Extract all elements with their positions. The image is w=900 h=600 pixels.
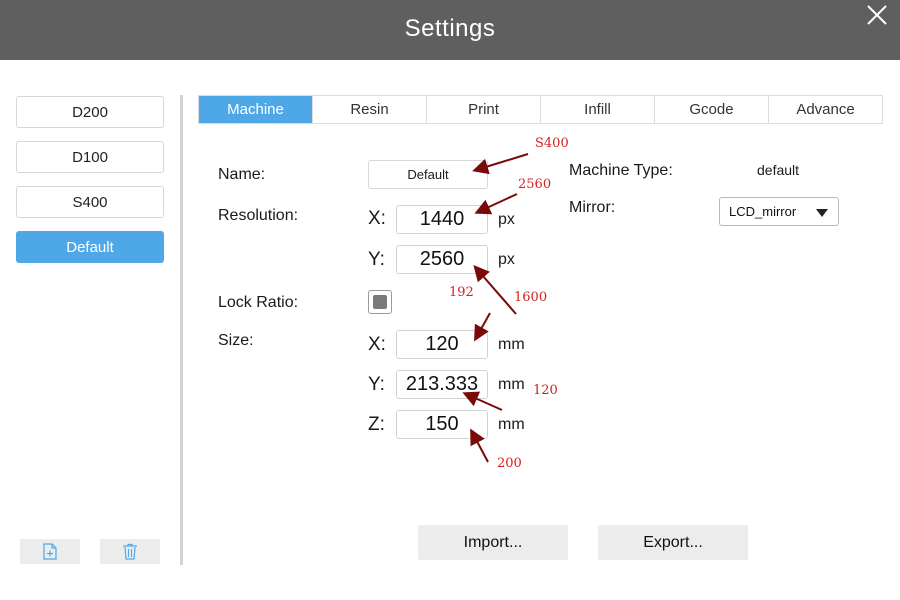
- annotation-name: S400: [535, 136, 569, 151]
- window-title: Settings: [404, 15, 496, 42]
- annotation-arrows: [462, 153, 529, 463]
- machine-type-label: Machine Type:: [569, 162, 673, 179]
- resolution-y-unit: px: [498, 251, 515, 268]
- mirror-select-value: LCD_mirror: [729, 204, 797, 219]
- size-label: Size:: [218, 332, 254, 349]
- annotation-res-y: 192: [449, 285, 474, 300]
- title-bar: Settings: [0, 0, 900, 60]
- annotation-res-x: 2560: [518, 177, 552, 192]
- name-field[interactable]: Default: [368, 160, 488, 189]
- annotation-size-y: 120: [533, 383, 558, 398]
- sidebar-divider: [180, 95, 183, 565]
- resolution-x-unit: px: [498, 211, 515, 228]
- lock-ratio-checkbox[interactable]: [368, 290, 392, 314]
- size-z-label: Z:: [368, 414, 385, 435]
- resolution-label: Resolution:: [218, 207, 299, 224]
- close-icon[interactable]: [866, 4, 888, 26]
- resolution-y-input[interactable]: [396, 245, 488, 274]
- tab-resin[interactable]: Resin: [313, 96, 427, 123]
- new-profile-button[interactable]: [20, 539, 80, 564]
- settings-tabs: Machine Resin Print Infill Gcode Advance: [198, 95, 883, 124]
- size-y-label: Y:: [368, 374, 385, 395]
- resolution-x-label: X:: [368, 208, 386, 229]
- mirror-label: Mirror:: [569, 199, 616, 216]
- annotation-size-z: 200: [497, 456, 522, 471]
- tab-machine[interactable]: Machine: [199, 96, 313, 123]
- checkbox-fill: [373, 295, 387, 309]
- profile-d100[interactable]: D100: [16, 141, 164, 173]
- size-x-label: X:: [368, 334, 386, 355]
- size-z-input[interactable]: [396, 410, 488, 439]
- mirror-select[interactable]: LCD_mirror: [719, 197, 839, 226]
- profile-d200[interactable]: D200: [16, 96, 164, 128]
- tab-gcode[interactable]: Gcode: [655, 96, 769, 123]
- profile-default[interactable]: Default: [16, 231, 164, 263]
- export-button[interactable]: Export...: [598, 525, 748, 560]
- annotation-arrow-res-y: [473, 264, 517, 315]
- new-file-icon: [43, 543, 57, 560]
- tab-infill[interactable]: Infill: [541, 96, 655, 123]
- dropdown-arrow-icon: [816, 209, 828, 217]
- profile-s400[interactable]: S400: [16, 186, 164, 218]
- resolution-y-label: Y:: [368, 249, 385, 270]
- size-y-input[interactable]: [396, 370, 488, 399]
- annotation-size-x: 1600: [514, 290, 548, 305]
- trash-icon: [123, 543, 137, 560]
- size-x-unit: mm: [498, 336, 525, 353]
- size-z-unit: mm: [498, 416, 525, 433]
- resolution-x-input[interactable]: [396, 205, 488, 234]
- size-y-unit: mm: [498, 376, 525, 393]
- tab-print[interactable]: Print: [427, 96, 541, 123]
- machine-type-value: default: [757, 162, 800, 178]
- name-label: Name:: [218, 166, 266, 183]
- tab-advance[interactable]: Advance: [769, 96, 882, 123]
- delete-profile-button[interactable]: [100, 539, 160, 564]
- size-x-input[interactable]: [396, 330, 488, 359]
- import-button[interactable]: Import...: [418, 525, 568, 560]
- lock-ratio-label: Lock Ratio:: [218, 294, 299, 311]
